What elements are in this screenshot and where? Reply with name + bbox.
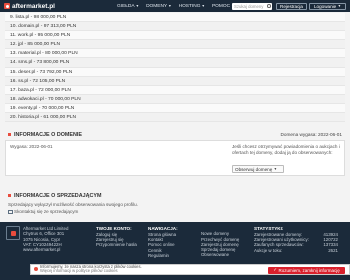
footer-link[interactable]: Regulamin (148, 253, 178, 258)
nav-item-domeny[interactable]: DOMENY ▼ (146, 4, 172, 9)
contact-seller-link[interactable]: Skontaktuj się ze sprzedającym (8, 209, 78, 214)
stat-row: Aukcje w toku: 2621 (254, 247, 338, 253)
section-marker-icon (8, 194, 11, 197)
check-icon: ✓ (273, 267, 277, 273)
watch-domain-button[interactable]: Obserwuj domenę ▼ (232, 165, 284, 173)
domain-expiry-note: Domena wygasa: 2022-06-01 (280, 132, 343, 137)
seller-info-heading: INFORMACJE O SPRZEDAJĄCYM (5, 191, 345, 200)
list-item[interactable]: 13. material.pl - 80 000,00 PLN (5, 49, 345, 59)
chevron-down-icon: ▼ (337, 4, 341, 8)
search-icon[interactable] (267, 4, 271, 8)
chevron-down-icon: ▼ (168, 4, 172, 8)
list-item[interactable]: 11. work.pl - 95 000,00 PLN (5, 31, 345, 41)
list-item[interactable]: 12. jpl - 85 000,00 PLN (5, 40, 345, 50)
list-item[interactable]: 10. domain.pl - 97 313,00 PLN (5, 22, 345, 32)
register-button[interactable]: Rejestracja (276, 2, 307, 10)
top-navbar: aftermarket.pl GIEŁDA ▼ DOMENY ▼ HOSTING ▼ … (0, 0, 350, 12)
footer-navigation-col: NAWIGACJA: Strona główna Kontakt Pomoc o… (148, 226, 178, 258)
mail-icon (8, 210, 13, 214)
seller-info-box: Sprzedający wyłączył możliwość obserwowa… (5, 201, 345, 218)
info-icon (34, 267, 38, 272)
nav-item-hosting[interactable]: HOSTING ▼ (179, 4, 205, 9)
list-item[interactable]: 9. lista.pl - 98 000,00 PLN (5, 13, 345, 23)
watch-info-text: Jeśli chcesz otrzymywać powiadomienia o … (232, 144, 340, 155)
logo-text: aftermarket.pl (12, 2, 55, 10)
section-marker-icon (8, 133, 11, 136)
cookie-banner: Informujemy, że nasza strona korzysta z … (30, 264, 350, 275)
seller-watch-disabled-text: Sprzedający wyłączył możliwość obserwowa… (8, 202, 138, 207)
footer-account-col: TWOJE KONTO: Zaloguj się Zarejestruj się… (96, 226, 137, 248)
company-logo-icon (6, 226, 20, 240)
list-item[interactable]: 17. baza.pl - 72 000,00 PLN (5, 85, 345, 95)
list-item[interactable]: 20. historia.pl - 61 000,00 PLN (5, 113, 345, 123)
nav-item-gielda[interactable]: GIEŁDA ▼ (117, 4, 139, 9)
footer-link[interactable]: Pomoc online (148, 242, 178, 247)
chevron-down-icon: ▼ (273, 167, 278, 171)
domain-info-heading: INFORMACJE O DOMENIE Domena wygasa: 2022… (5, 130, 345, 139)
cookie-policy-link[interactable]: Więcej informacji w polityce plików cook… (40, 268, 142, 273)
logo-icon (4, 3, 10, 9)
chevron-down-icon: ▼ (135, 4, 140, 8)
list-item[interactable]: 15. deser.pl - 73 792,00 PLN (5, 67, 345, 77)
login-button[interactable]: Logowanie ▼ (309, 2, 346, 10)
list-item[interactable]: 14. sms.pl - 73 800,00 PLN (5, 58, 345, 68)
list-item[interactable]: 19. eventy.pl - 70 000,00 PLN (5, 103, 345, 114)
footer-company: Aftermarket Ltd Limited Chytrus 6, Offic… (6, 226, 68, 252)
domain-ranking-list: 9. lista.pl - 98 000,00 PLN 10. domain.p… (5, 13, 345, 123)
footer-domain-links-col: Nowe domeny Przechwyć domenę Zarejestruj… (201, 231, 239, 257)
chevron-down-icon: ▼ (201, 4, 205, 8)
domain-info-box: Wygasa: 2022-06-01 Jeśli chcesz otrzymyw… (5, 140, 345, 176)
search-input[interactable]: Szukaj domeny (232, 2, 272, 10)
expiry-label: Wygasa: 2022-06-01 (10, 144, 53, 149)
footer-link[interactable]: Obserwowane (201, 252, 239, 257)
footer-stats-col: STATYSTYKI: Zarejestrowane domeny: 413924… (254, 226, 338, 253)
list-item[interactable]: 16. ss.pl - 72 105,00 PLN (5, 76, 345, 86)
footer-link[interactable]: Przypomnienie hasła (96, 242, 137, 247)
list-item[interactable]: 18. adwokaci.pl - 70 000,00 PLN (5, 94, 345, 104)
cookie-accept-button[interactable]: ✓ Rozumiem, zamknij informację (268, 266, 345, 274)
site-logo[interactable]: aftermarket.pl (4, 3, 55, 10)
